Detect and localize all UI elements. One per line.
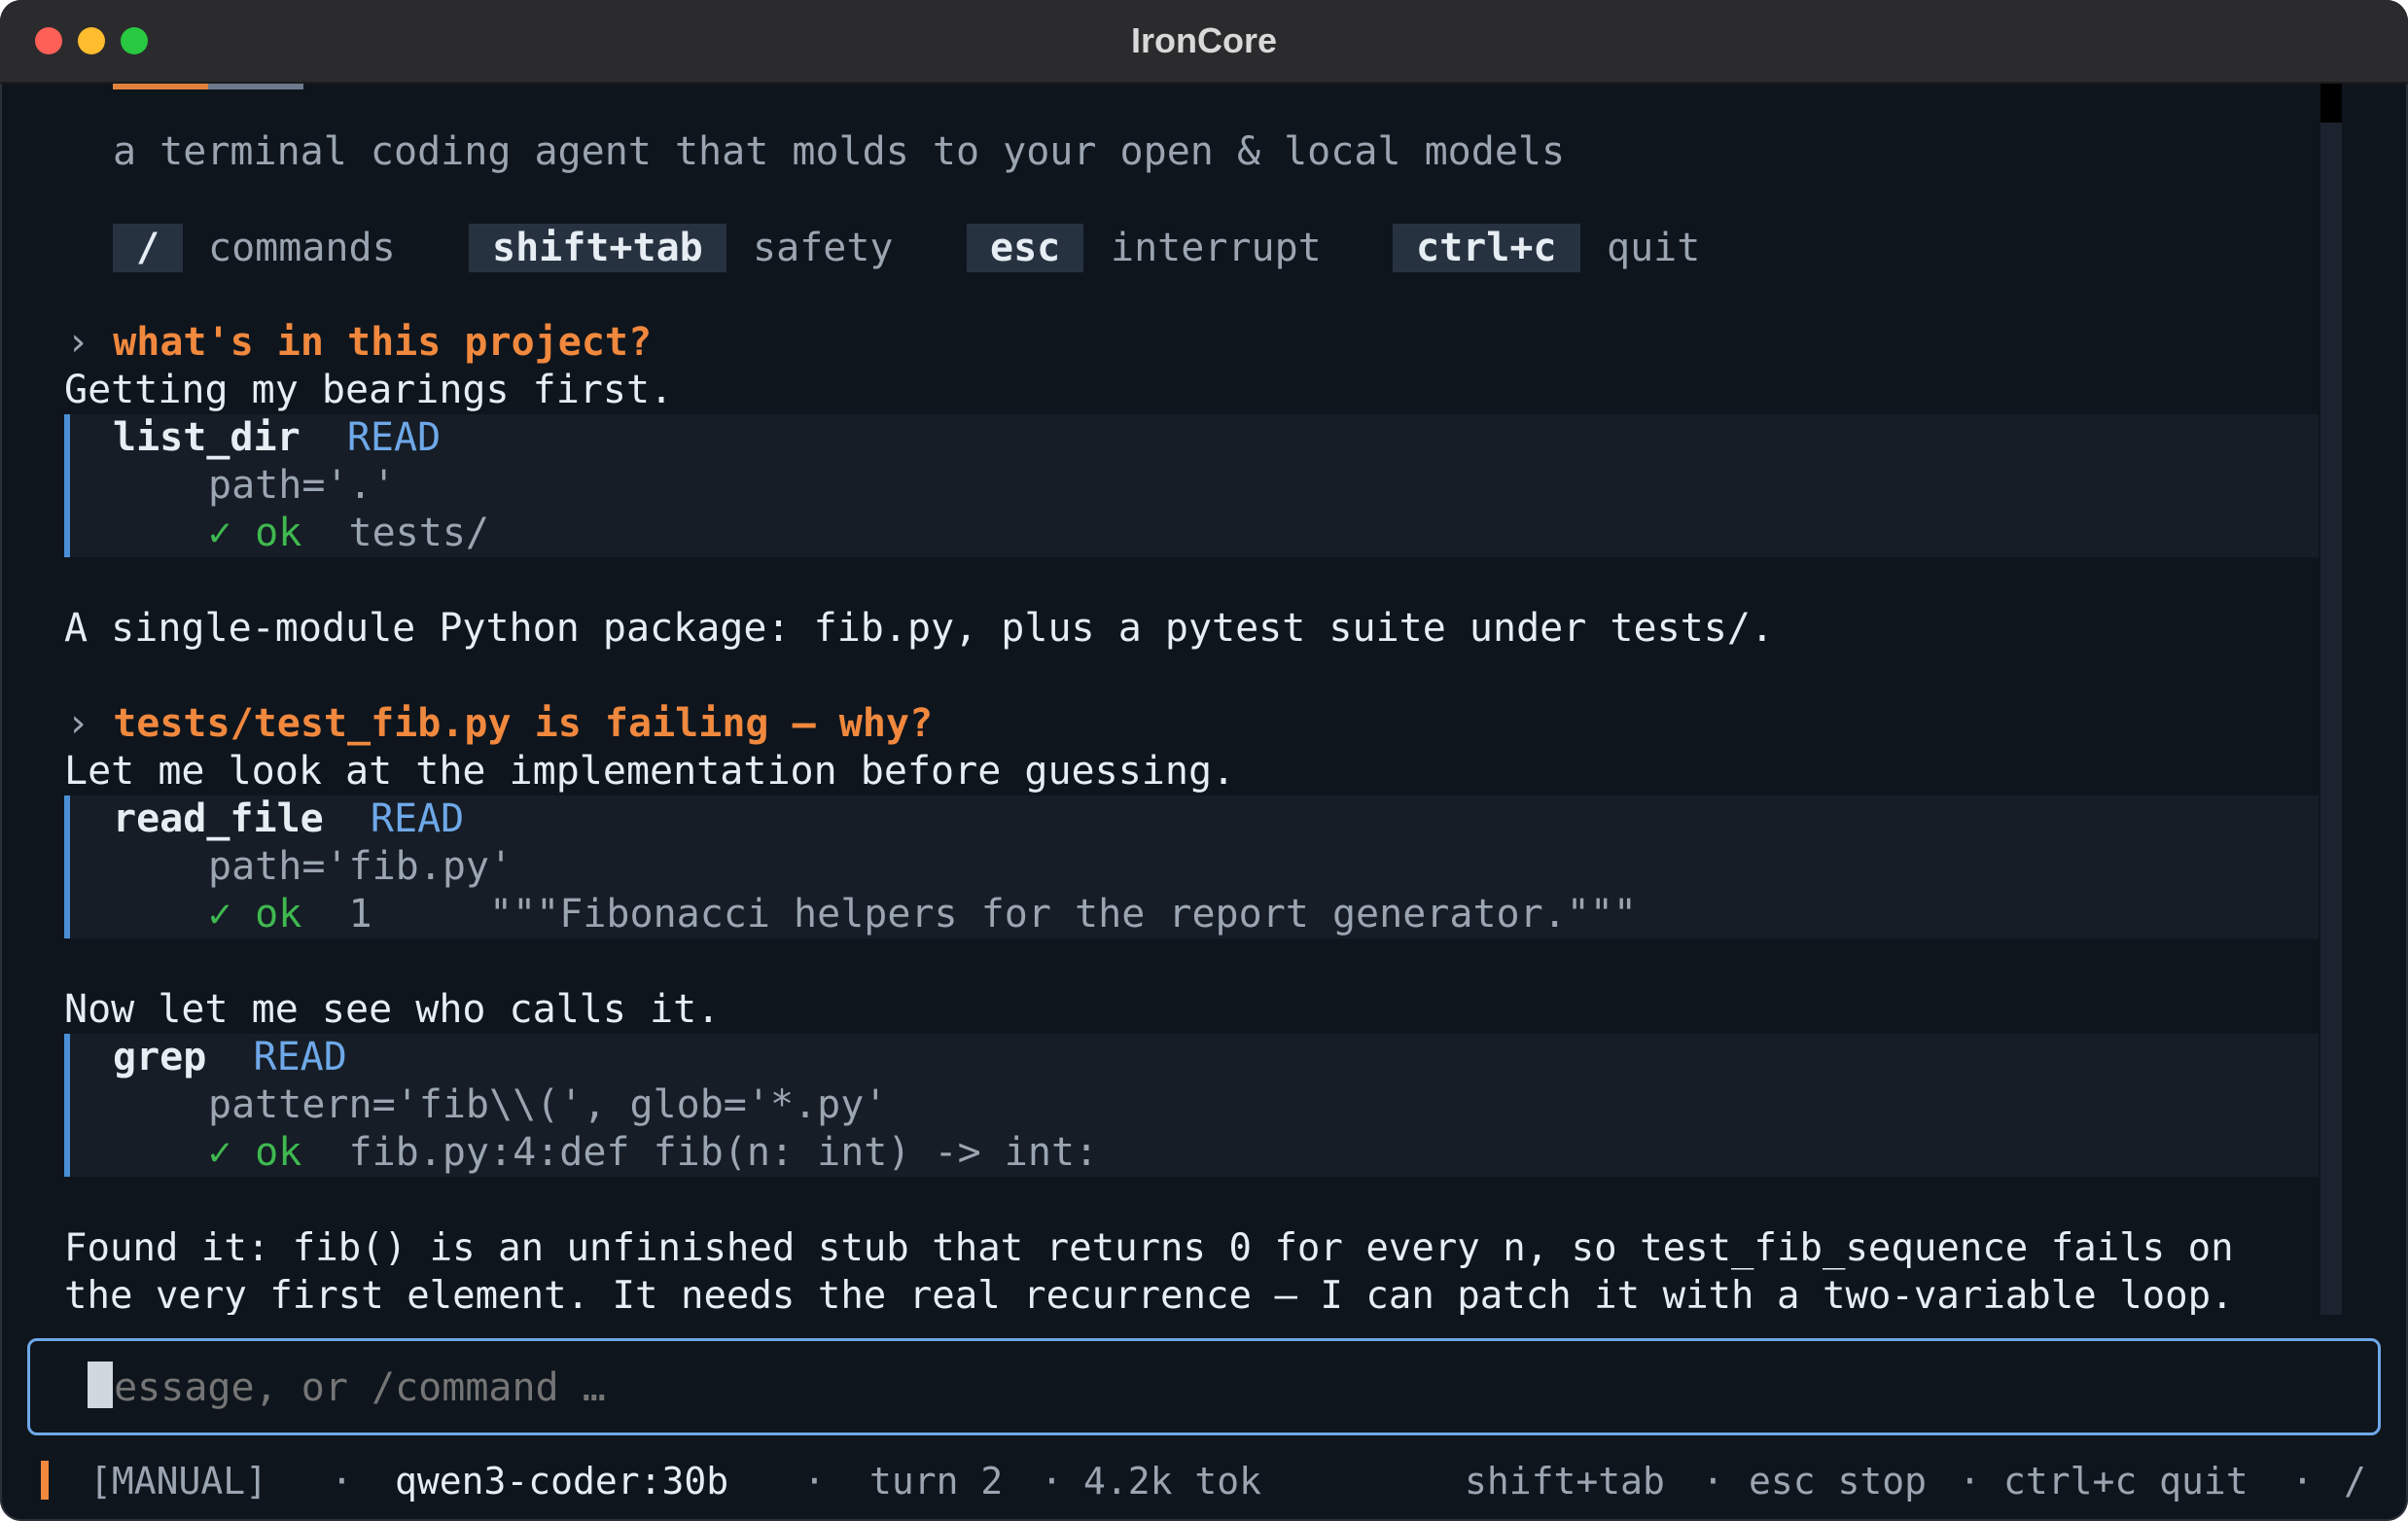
text-cursor [88, 1362, 113, 1408]
prompt-caret-icon: › [66, 320, 90, 365]
tool-call-list-dir: list_dir READ path='.' ✓ ok tests/ [64, 414, 2319, 557]
mode-indicator-icon [41, 1461, 49, 1500]
tool-permission-tag: READ [370, 796, 465, 841]
logo-bar [113, 84, 303, 89]
user-message-1: what's in this project? [113, 320, 653, 365]
user-prompt-2: › tests/test_fib.py is failing — why? [66, 700, 933, 748]
key-ctrl-c: ctrl+c [1393, 224, 1580, 272]
tool-call-bar [64, 1034, 70, 1177]
assistant-message-1a: Getting my bearings first. [64, 368, 674, 412]
key-esc-label: interrupt [1111, 226, 1322, 270]
ok-check-icon: ✓ ok [208, 511, 302, 555]
status-separator: · [1041, 1460, 1063, 1503]
turn-count: turn 2 [869, 1460, 1004, 1503]
status-separator: · [803, 1460, 826, 1503]
user-prompt-1: › what's in this project? [66, 319, 652, 367]
tool-name: read_file [113, 796, 324, 841]
scrollbar-thumb[interactable] [2320, 84, 2342, 123]
tool-result: tests/ [348, 511, 490, 555]
message-input[interactable] [89, 1362, 2329, 1413]
hint-shift-tab: shift+tab [1465, 1460, 1665, 1503]
assistant-message-2d: the very first element. It needs the rea… [64, 1274, 2234, 1315]
ok-check-icon: ✓ ok [208, 1130, 302, 1175]
tool-args: path='fib.py' [208, 844, 513, 889]
tool-call-grep: grep READ pattern='fib\\(', glob='*.py' … [64, 1034, 2319, 1177]
assistant-message-2b: Now let me see who calls it. [64, 987, 721, 1032]
tool-permission-tag: READ [253, 1035, 347, 1079]
tool-call-read-file: read_file READ path='fib.py' ✓ ok 1 """F… [64, 796, 2319, 938]
key-shift-tab-label: safety [753, 226, 894, 270]
tool-result: 1 """Fibonacci helpers for the report ge… [348, 892, 1638, 937]
tool-args: path='.' [208, 463, 396, 508]
tool-args: pattern='fib\\(', glob='*.py' [208, 1082, 888, 1127]
tool-call-bar [64, 414, 70, 557]
status-separator: · [1702, 1460, 1724, 1503]
status-bar: [MANUAL] · qwen3-coder:30b · turn 2 · 4.… [0, 1441, 2408, 1521]
app-window: IronCore a terminal coding agent that mo… [0, 0, 2408, 1521]
message-input-box[interactable] [27, 1338, 2381, 1435]
status-separator: · [1959, 1460, 1981, 1503]
status-separator: · [2291, 1460, 2314, 1503]
hint-ctrl-c-quit: ctrl+c quit [2003, 1460, 2249, 1503]
tool-name: list_dir [113, 415, 301, 460]
key-ctrl-c-label: quit [1607, 226, 1701, 270]
hint-esc-stop: esc stop [1749, 1460, 1928, 1503]
conversation-transcript: a terminal coding agent that molds to yo… [18, 84, 2319, 1315]
token-count: 4.2k tok [1083, 1460, 1262, 1503]
tool-result: fib.py:4:def fib(n: int) -> int: [348, 1130, 1099, 1175]
title-bar: IronCore [0, 0, 2408, 84]
tool-permission-tag: READ [346, 415, 442, 460]
safety-mode: [MANUAL] [89, 1460, 268, 1503]
prompt-caret-icon: › [66, 701, 90, 746]
user-message-2: tests/test_fib.py is failing — why? [113, 701, 934, 746]
hint-command: / [2344, 1460, 2366, 1503]
assistant-message-1b: A single-module Python package: fib.py, … [64, 606, 1774, 651]
tagline: a terminal coding agent that molds to yo… [113, 129, 1566, 174]
ok-check-icon: ✓ ok [208, 892, 302, 937]
key-slash-label: commands [208, 226, 396, 270]
status-separator: · [331, 1460, 353, 1503]
assistant-message-2a: Let me look at the implementation before… [64, 749, 1236, 794]
key-esc: esc [967, 224, 1084, 272]
transcript-scrollbar[interactable] [2320, 84, 2342, 1315]
tool-name: grep [113, 1035, 207, 1079]
key-shift-tab: shift+tab [469, 224, 726, 272]
tool-call-bar [64, 796, 70, 938]
key-slash: / [113, 224, 184, 272]
window-title: IronCore [1130, 20, 1277, 60]
model-name: qwen3-coder:30b [395, 1460, 729, 1503]
assistant-message-2c: Found it: fib() is an unfinished stub th… [64, 1226, 2234, 1270]
